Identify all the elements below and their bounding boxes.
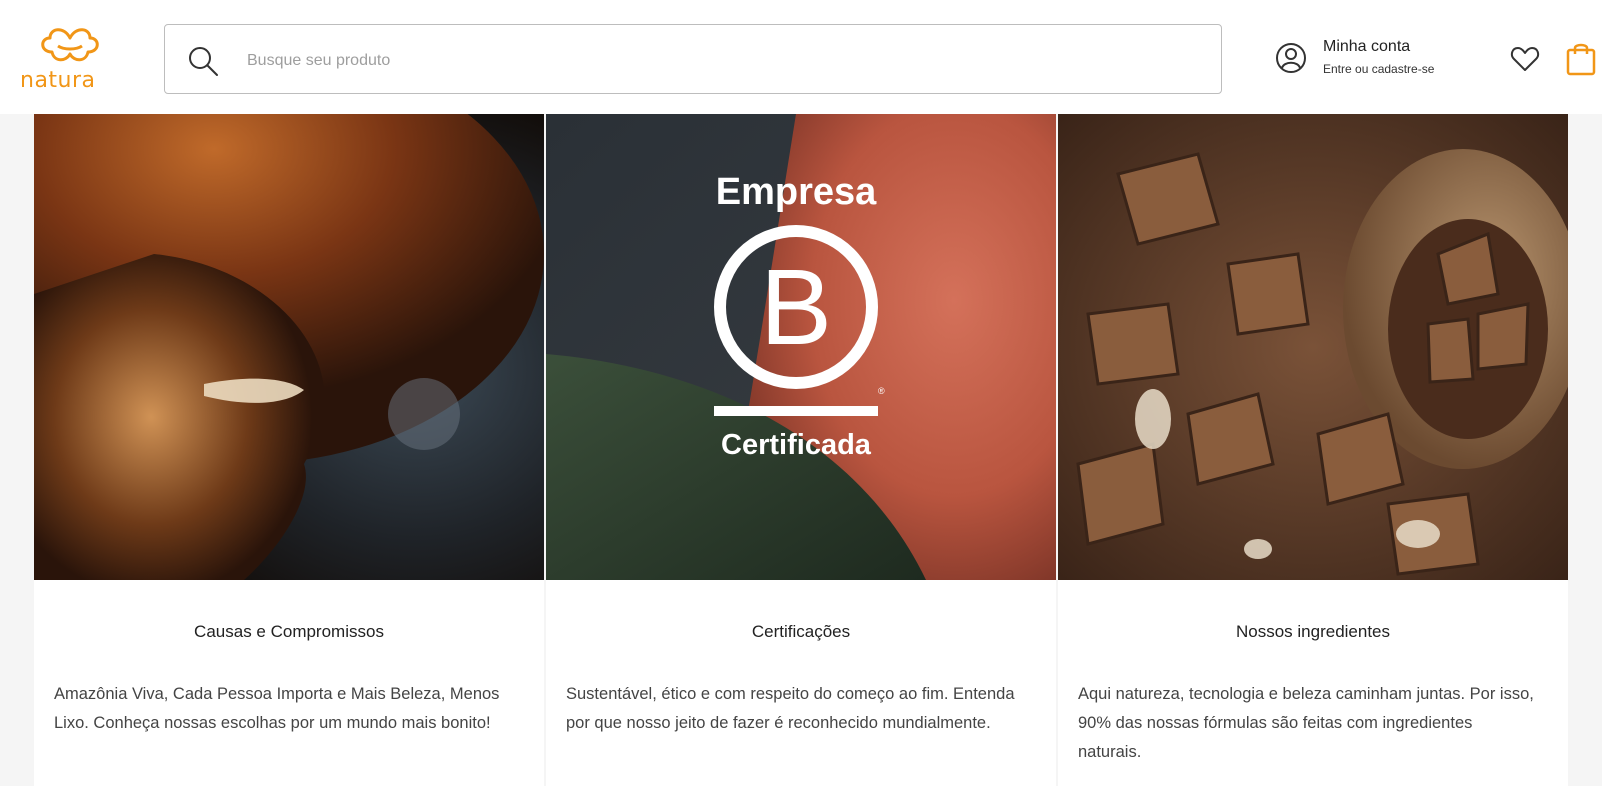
brazil-nuts-image [1058, 114, 1568, 580]
card-image-brazil-nuts[interactable] [1058, 114, 1568, 580]
account-subtitle: Entre ou cadastre-se [1323, 62, 1435, 76]
badge-registered-mark: ® [878, 386, 885, 396]
flower-logo-icon [41, 28, 99, 62]
card-title[interactable]: Certificações [546, 622, 1056, 642]
card-ingredientes[interactable]: Nossos ingredientes Aqui natureza, tecno… [1058, 114, 1568, 786]
account-title: Minha conta [1323, 38, 1411, 55]
badge-divider [714, 406, 878, 416]
user-icon [1276, 43, 1306, 73]
account-menu[interactable]: Minha conta Entre ou cadastre-se [1275, 34, 1475, 84]
badge-letter: B [760, 246, 832, 367]
card-image-woman[interactable] [34, 114, 544, 580]
search-input[interactable] [245, 43, 1189, 79]
logo-wordmark: natura [20, 68, 96, 93]
card-description: Amazônia Viva, Cada Pessoa Importa e Mai… [54, 685, 500, 732]
card-certificacoes[interactable]: Empresa B ® Certificada Certificações Su… [546, 114, 1056, 786]
badge-bottom-text: Certificada [721, 429, 872, 461]
card-causas[interactable]: Causas e Compromissos Amazônia Viva, Cad… [34, 114, 544, 786]
site-header: natura Minha conta Entre ou cadastre-se [0, 0, 1602, 114]
natura-logo[interactable]: natura [20, 22, 120, 94]
card-title[interactable]: Nossos ingredientes [1058, 622, 1568, 642]
b-corp-image: Empresa B ® Certificada [546, 114, 1056, 580]
card-description: Aqui natureza, tecnologia e beleza camin… [1078, 685, 1534, 761]
search-bar[interactable] [164, 24, 1222, 94]
card-image-b-corp[interactable]: Empresa B ® Certificada [546, 114, 1056, 580]
badge-top-text: Empresa [716, 171, 877, 213]
search-icon[interactable] [187, 45, 219, 77]
bag-icon[interactable] [1566, 40, 1596, 76]
heart-icon[interactable] [1510, 44, 1540, 74]
card-title[interactable]: Causas e Compromissos [34, 622, 544, 642]
card-description: Sustentável, ético e com respeito do com… [566, 685, 1015, 732]
woman-portrait-image [34, 114, 544, 580]
